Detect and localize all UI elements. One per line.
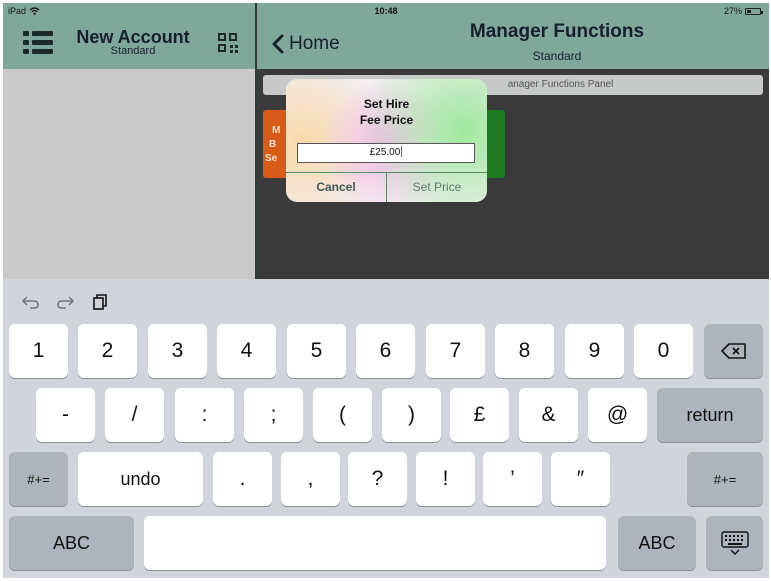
key-question[interactable]: ? [348,452,407,506]
dialog-title: Set Hire Fee Price [286,96,487,128]
return-key[interactable]: return [657,388,763,442]
keyboard-dismiss-icon [720,531,749,555]
key-open-paren[interactable]: ( [313,388,372,442]
key-8[interactable]: 8 [495,324,554,378]
key-hyphen[interactable]: - [36,388,95,442]
key-slash[interactable]: / [105,388,164,442]
symbols-key-left[interactable]: #+= [9,452,68,506]
key-double-quote[interactable]: ″ [551,452,610,506]
undo-arrow-icon[interactable] [21,293,41,311]
set-price-dialog: Set Hire Fee Price £25.00 Cancel Set Pri… [286,79,487,202]
delete-key[interactable] [704,324,763,378]
key-at[interactable]: @ [588,388,647,442]
battery-icon [745,7,763,15]
on-screen-keyboard: 1 2 3 4 5 6 7 8 9 0 - / : ; ( ) £ & @ re… [3,279,769,578]
key-3[interactable]: 3 [148,324,207,378]
dialog-title-line-1: Set Hire [363,97,410,111]
status-time: 10:48 [374,6,398,16]
account-subtitle: Standard [110,45,156,57]
key-0[interactable]: 0 [634,324,693,378]
key-colon[interactable]: : [175,388,234,442]
key-close-paren[interactable]: ) [382,388,441,442]
home-back-button[interactable]: Home [271,33,340,55]
account-pane: New Account Standard [3,3,255,279]
price-input[interactable]: £25.00 [297,143,475,163]
price-input-value: £25.00 [369,147,401,158]
chevron-left-icon [272,34,284,54]
key-4[interactable]: 4 [217,324,276,378]
key-2[interactable]: 2 [78,324,137,378]
set-price-button[interactable]: Set Price [387,173,487,202]
key-apostrophe[interactable]: ’ [483,452,542,506]
backspace-icon [720,343,746,359]
key-pound[interactable]: £ [450,388,509,442]
key-6[interactable]: 6 [356,324,415,378]
battery-percent: 27% [723,6,742,16]
green-function-tile[interactable] [485,110,505,178]
key-comma[interactable]: , [281,452,340,506]
manager-subtitle: Standard [532,49,582,63]
key-ampersand[interactable]: & [519,388,578,442]
key-period[interactable]: . [213,452,272,506]
key-1[interactable]: 1 [9,324,68,378]
redo-arrow-icon[interactable] [55,293,75,311]
qr-code-icon[interactable] [218,33,238,53]
key-7[interactable]: 7 [426,324,485,378]
status-bar: iPad 10:48 27% [3,3,769,19]
key-exclamation[interactable]: ! [416,452,475,506]
space-bar[interactable] [144,516,606,570]
undo-key[interactable]: undo [78,452,203,506]
paste-icon[interactable] [89,293,109,311]
hide-keyboard-key[interactable] [706,516,763,570]
dialog-title-line-2: Fee Price [359,113,414,127]
abc-key-right[interactable]: ABC [618,516,696,570]
key-semicolon[interactable]: ; [244,388,303,442]
text-caret [401,146,403,157]
key-9[interactable]: 9 [565,324,624,378]
cancel-button[interactable]: Cancel [286,173,386,202]
menu-icon[interactable] [23,31,53,55]
manager-title: Manager Functions [469,21,645,42]
key-5[interactable]: 5 [287,324,346,378]
abc-key-left[interactable]: ABC [9,516,134,570]
home-back-label: Home [289,33,340,54]
symbols-key-right[interactable]: #+= [687,452,763,506]
ipad-screen: New Account Standard Home Manager Functi… [3,3,769,578]
